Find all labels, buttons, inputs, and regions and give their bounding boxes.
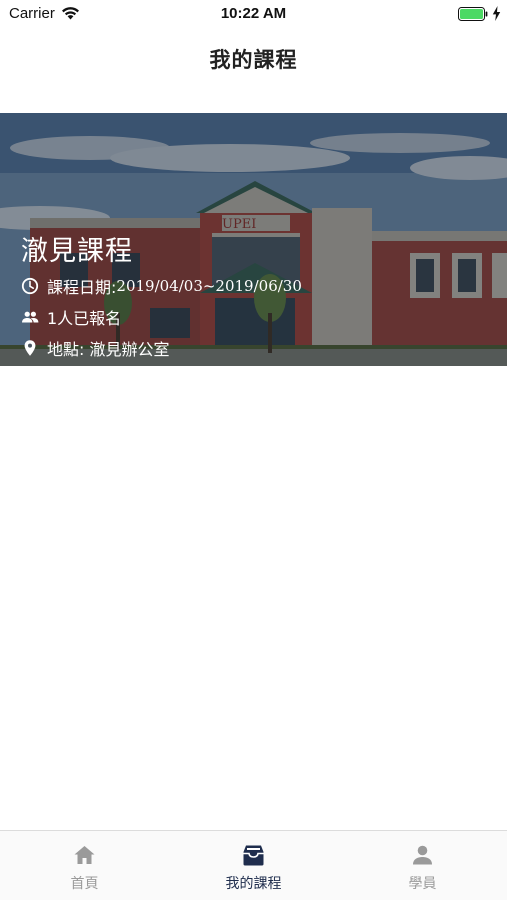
tab-home-label: 首頁: [70, 876, 99, 892]
status-bar: Carrier 10:22 AM: [0, 0, 507, 28]
location-text: 地點: 澈見辦公室: [47, 340, 170, 359]
course-date-row: 課程日期: 2019/04/03~2019/06/30: [21, 275, 302, 297]
location-pin-icon: [21, 339, 39, 357]
status-time: 10:22 AM: [220, 5, 287, 22]
battery-icon: [458, 7, 488, 21]
people-icon: [21, 308, 39, 326]
tab-students-label: 學員: [408, 876, 437, 892]
home-icon: [74, 846, 95, 864]
course-title: 澈見課程: [21, 236, 133, 267]
enrollment-row: 1人已報名: [21, 306, 121, 328]
tab-my-courses-label: 我的課程: [225, 876, 282, 892]
course-date-label: 課程日期:: [47, 278, 117, 297]
clock-icon: [21, 277, 39, 295]
charging-bolt-icon: [492, 6, 501, 21]
course-box-icon: [243, 845, 264, 866]
course-date-value: 2019/04/03~2019/06/30: [116, 277, 302, 295]
course-card[interactable]: UPEI 澈見課程 課程日期: 2019/04/03~2019/06/30 1人…: [0, 113, 507, 366]
tab-my-courses[interactable]: 我的課程: [169, 831, 338, 900]
enrollment-count: 1人已報名: [47, 309, 122, 328]
tab-bar: 首頁 我的課程 學員: [0, 830, 507, 900]
tab-home[interactable]: 首頁: [0, 831, 169, 900]
page-title: 我的課程: [209, 48, 298, 72]
person-icon: [413, 845, 432, 865]
screen: Carrier 10:22 AM 我的課程 UPEI 澈見課程 課程日期: 20…: [0, 0, 507, 900]
location-row: 地點: 澈見辦公室: [21, 337, 169, 359]
tab-students[interactable]: 學員: [338, 831, 507, 900]
